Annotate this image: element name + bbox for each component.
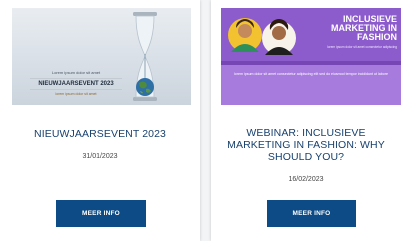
thumbnail-divider bbox=[30, 78, 122, 79]
event-title[interactable]: NIEUWJAARSEVENT 2023 bbox=[8, 128, 192, 140]
thumbnail-headline: NIEUWJAARSEVENT 2023 bbox=[38, 81, 114, 87]
headline-line-3: FASHION bbox=[356, 32, 397, 42]
meer-info-button[interactable]: MEER INFO bbox=[267, 200, 356, 227]
thumbnail-caption: lorem ipsum dolor sit amet consectetur a… bbox=[233, 72, 388, 76]
event-date: 16/02/2023 bbox=[288, 176, 324, 183]
event-card-nieuwjaarsevent[interactable]: Lorem ipsum dolor sit amet NIEUWJAARSEVE… bbox=[0, 0, 200, 241]
thumbnail-sub-text: lorem ipsum dolor sit amet bbox=[55, 92, 97, 96]
event-title[interactable]: WEBINAR: INCLUSIEVE MARKETING IN FASHION… bbox=[219, 127, 393, 163]
event-card-webinar[interactable]: INCLUSIEVE MARKETING IN FASHION lorem ip… bbox=[211, 0, 401, 241]
thumbnail-headline: INCLUSIEVE MARKETING IN FASHION bbox=[297, 15, 397, 42]
event-thumbnail-webinar[interactable]: INCLUSIEVE MARKETING IN FASHION lorem ip… bbox=[221, 8, 401, 105]
thumbnail-small-text: Lorem ipsum dolor sit amet bbox=[51, 70, 101, 75]
meer-info-button[interactable]: MEER INFO bbox=[56, 200, 146, 227]
event-thumbnail-hourglass[interactable]: Lorem ipsum dolor sit amet NIEUWJAARSEVE… bbox=[12, 8, 191, 105]
thumbnail-text-block: Lorem ipsum dolor sit amet NIEUWJAARSEVE… bbox=[26, 70, 126, 96]
thumbnail-sub-text: lorem ipsum dolor sit amet consectetur a… bbox=[327, 45, 397, 49]
thumbnail-divider bbox=[30, 89, 122, 90]
event-date: 31/01/2023 bbox=[82, 153, 118, 160]
